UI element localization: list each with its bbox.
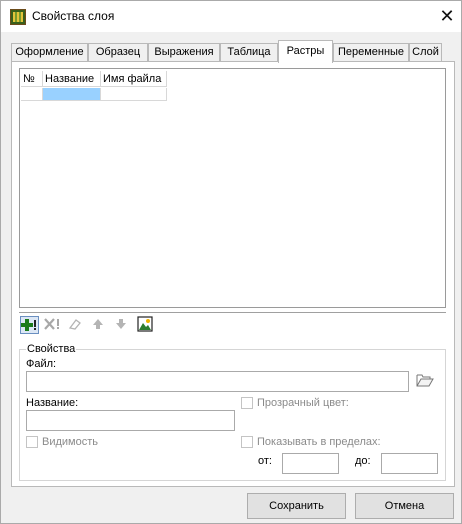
column-name[interactable]: Название xyxy=(43,71,101,87)
raster-list[interactable]: № Название Имя файла xyxy=(19,68,446,308)
cell-number xyxy=(21,88,43,101)
arrow-down-icon-glyph xyxy=(115,319,126,329)
tab-table[interactable]: Таблица xyxy=(220,43,278,62)
tab-expressions[interactable]: Выражения xyxy=(148,43,220,62)
save-button[interactable]: Сохранить xyxy=(247,493,346,519)
image-icon[interactable] xyxy=(135,316,154,334)
delete-icon[interactable] xyxy=(43,316,62,334)
file-label: Файл: xyxy=(26,358,57,370)
show-within-range-label[interactable]: Показывать в пределах: xyxy=(257,436,381,448)
raster-toolbar xyxy=(19,315,159,335)
layer-app-icon xyxy=(10,9,26,25)
window-title: Свойства слоя xyxy=(32,9,115,23)
cancel-button[interactable]: Отмена xyxy=(355,493,454,519)
file-field[interactable] xyxy=(26,371,409,392)
divider xyxy=(19,312,446,313)
title-bar: Свойства слоя ✕ xyxy=(1,1,461,32)
from-field[interactable] xyxy=(282,453,339,474)
show-within-range-checkbox[interactable] xyxy=(241,436,253,448)
visibility-label[interactable]: Видимость xyxy=(42,436,98,448)
column-number[interactable]: № xyxy=(21,71,43,87)
image-icon-glyph xyxy=(136,316,153,332)
folder-open-icon[interactable] xyxy=(416,372,434,388)
name-label: Название: xyxy=(26,397,79,409)
plus-icon[interactable] xyxy=(20,316,39,334)
cell-name[interactable] xyxy=(43,88,101,101)
tab-variables[interactable]: Переменные xyxy=(333,43,409,62)
from-label: от: xyxy=(258,455,272,467)
arrow-up-icon[interactable] xyxy=(88,316,107,334)
tab-strip: Оформление Образец Выражения Таблица Рас… xyxy=(11,40,442,63)
transparent-color-checkbox[interactable] xyxy=(241,397,253,409)
tab-layer[interactable]: Слой xyxy=(409,43,442,62)
properties-group-title: Свойства xyxy=(26,343,77,355)
plus-icon-glyph xyxy=(21,319,36,331)
close-icon[interactable]: ✕ xyxy=(437,6,457,26)
raster-list-header: № Название Имя файла xyxy=(21,71,167,87)
tab-sample[interactable]: Образец xyxy=(88,43,148,62)
arrow-down-icon[interactable] xyxy=(111,316,130,334)
arrow-up-icon-glyph xyxy=(92,319,103,329)
visibility-checkbox[interactable] xyxy=(26,436,38,448)
to-label: до: xyxy=(355,455,371,467)
layer-properties-dialog: Свойства слоя ✕ Оформление Образец Выраж… xyxy=(0,0,462,524)
to-field[interactable] xyxy=(381,453,438,474)
table-row[interactable] xyxy=(21,88,167,101)
folder-open-icon-glyph xyxy=(416,374,434,387)
eraser-icon[interactable] xyxy=(65,316,84,334)
name-field[interactable] xyxy=(26,410,235,431)
cell-file-name[interactable] xyxy=(101,88,167,101)
transparent-color-label[interactable]: Прозрачный цвет: xyxy=(257,397,349,409)
eraser-icon-glyph xyxy=(68,319,81,330)
tab-rasters[interactable]: Растры xyxy=(278,40,333,63)
tab-appearance[interactable]: Оформление xyxy=(11,43,88,62)
column-file-name[interactable]: Имя файла xyxy=(101,71,167,87)
delete-icon-glyph xyxy=(43,318,59,330)
